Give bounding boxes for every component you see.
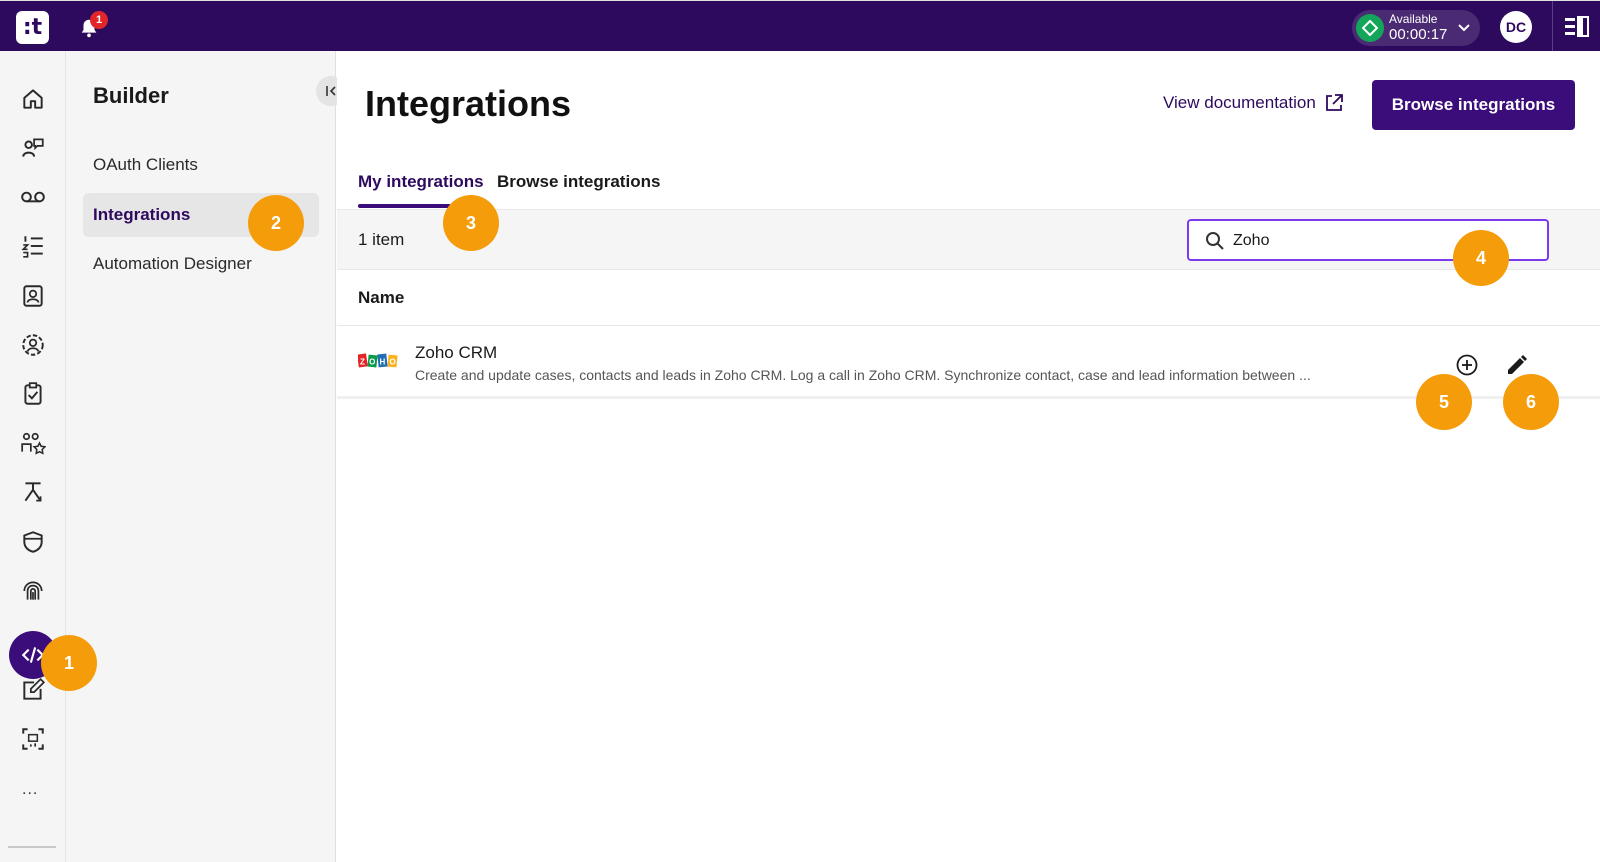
view-documentation-link[interactable]: View documentation [1163,93,1344,113]
notification-count-badge: 1 [90,11,108,29]
main-content: Integrations View documentation Browse i… [337,51,1600,862]
sidebar-item-oauth-clients[interactable]: OAuth Clients [83,143,319,187]
callout-marker-6: 6 [1503,374,1559,430]
callout-marker-5: 5 [1416,374,1472,430]
numbered-list-icon[interactable] [17,230,49,262]
topbar-divider [1552,1,1553,52]
monitor-icon[interactable] [17,723,49,755]
callout-marker-4: 4 [1453,230,1509,286]
home-icon[interactable] [17,83,49,115]
external-link-icon [1325,94,1343,111]
search-icon [1206,232,1224,250]
contact-book-icon[interactable] [17,280,49,312]
top-bar: :t 1 Available 00:00:17 DC [0,0,1600,52]
edit-square-icon[interactable] [17,674,49,706]
page-title: Integrations [365,83,572,124]
callout-marker-2: 2 [248,195,304,251]
rail-divider [8,846,56,848]
users-star-icon[interactable] [17,427,49,459]
user-avatar[interactable]: DC [1500,11,1532,43]
chevron-down-icon [1458,24,1470,32]
sidebar-title: Builder [93,83,169,108]
integration-name: Zoho CRM [415,343,498,362]
status-indicator-icon [1356,14,1384,42]
fingerprint-icon[interactable] [17,575,49,607]
callout-marker-3: 3 [443,195,499,251]
icon-rail: ... [0,51,66,862]
status-label: Available [1389,12,1438,26]
status-timer: 00:00:17 [1389,26,1448,43]
list-toolbar: 1 item [337,209,1600,270]
availability-status-dropdown[interactable]: Available 00:00:17 [1352,10,1480,46]
integration-description: Create and update cases, contacts and le… [415,367,1311,383]
active-tab-indicator [358,204,451,208]
app-window: :t 1 Available 00:00:17 DC ... Builder O… [0,0,1600,862]
column-header-name[interactable]: Name [358,288,404,308]
zoho-logo-text: ZOHO [360,358,398,367]
app-logo[interactable]: :t [16,11,49,44]
headset-icon[interactable] [17,132,49,164]
routing-icon[interactable] [17,476,49,508]
add-circle-icon[interactable] [1455,353,1479,377]
user-circle-icon[interactable] [17,329,49,361]
tab-browse-integrations[interactable]: Browse integrations [497,172,660,208]
view-documentation-label: View documentation [1163,93,1316,112]
side-panel-toggle-icon[interactable] [1565,16,1589,38]
more-apps-button[interactable]: ... [22,781,38,799]
callout-marker-1: 1 [41,635,97,691]
shield-icon[interactable] [17,526,49,558]
voicemail-icon[interactable] [17,181,49,213]
builder-sidebar: Builder OAuth Clients Integrations Autom… [66,51,346,862]
collapse-left-icon [326,86,336,96]
clipboard-check-icon[interactable] [17,378,49,410]
table-row[interactable]: ZOHO Zoho CRM Create and update cases, c… [337,327,1600,399]
item-count: 1 item [358,230,405,249]
zoho-logo-icon: ZOHO [358,353,398,368]
table-header: Name [337,270,1600,326]
browse-integrations-button[interactable]: Browse integrations [1372,80,1575,130]
